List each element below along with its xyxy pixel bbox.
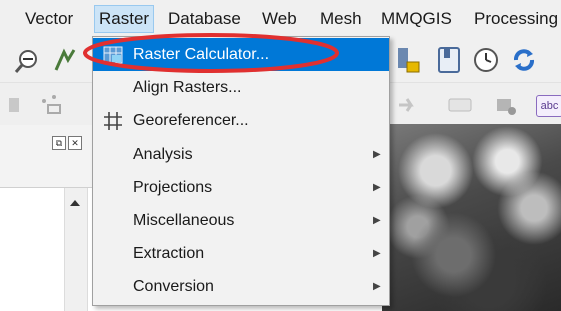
- digitize-icon[interactable]: [38, 93, 66, 117]
- projections-item[interactable]: Projections ▶: [93, 171, 389, 204]
- scroll-up-arrow-icon[interactable]: [69, 194, 81, 212]
- submenu-arrow-icon: ▶: [373, 149, 381, 160]
- menu-processing[interactable]: Processing: [474, 9, 558, 29]
- extraction-label: Extraction: [133, 244, 205, 262]
- georeferencer-icon: [103, 111, 123, 131]
- miscellaneous-item[interactable]: Miscellaneous ▶: [93, 204, 389, 237]
- menu-mesh[interactable]: Mesh: [320, 9, 362, 29]
- georeferencer-label: Georeferencer...: [133, 111, 249, 129]
- zoom-out-icon[interactable]: [14, 48, 40, 74]
- miscellaneous-label: Miscellaneous: [133, 211, 235, 229]
- raster-menu: Raster Calculator... Align Rasters... Ge…: [92, 36, 390, 306]
- analysis-label: Analysis: [133, 145, 193, 163]
- menu-vector[interactable]: Vector: [25, 9, 73, 29]
- menu-database[interactable]: Database: [168, 9, 241, 29]
- dock-buttons: ⧉ ✕: [52, 136, 82, 150]
- new-layer-icon[interactable]: [395, 46, 421, 74]
- layers-scrollbar[interactable]: [64, 188, 88, 311]
- bookmark-icon[interactable]: [437, 46, 461, 74]
- edit-pencil-icon[interactable]: [6, 95, 24, 115]
- dock-header: [0, 125, 100, 188]
- close-dock-button[interactable]: ✕: [68, 136, 82, 150]
- label-pin-icon[interactable]: [494, 93, 518, 117]
- map-canvas[interactable]: [382, 124, 561, 311]
- label-field-icon[interactable]: [448, 97, 472, 113]
- calculator-icon: [103, 45, 123, 65]
- align-rasters-item[interactable]: Align Rasters...: [93, 71, 389, 104]
- submenu-arrow-icon: ▶: [373, 248, 381, 259]
- submenu-arrow-icon: ▶: [373, 215, 381, 226]
- label-tool-icon[interactable]: abc: [536, 95, 561, 117]
- raster-calculator-label: Raster Calculator...: [133, 45, 270, 63]
- raster-calculator-item[interactable]: Raster Calculator...: [93, 38, 389, 71]
- conversion-label: Conversion: [133, 277, 214, 295]
- analysis-item[interactable]: Analysis ▶: [93, 138, 389, 171]
- submenu-arrow-icon: ▶: [373, 281, 381, 292]
- arrow-icon[interactable]: [397, 95, 419, 115]
- menu-mmqgis[interactable]: MMQGIS: [381, 9, 452, 29]
- georeferencer-item[interactable]: Georeferencer...: [93, 104, 389, 137]
- align-rasters-label: Align Rasters...: [133, 78, 242, 96]
- extraction-item[interactable]: Extraction ▶: [93, 237, 389, 270]
- menu-raster[interactable]: Raster: [94, 5, 155, 33]
- refresh-icon[interactable]: [510, 46, 538, 74]
- projections-label: Projections: [133, 178, 213, 196]
- zoom-full-icon[interactable]: [52, 48, 82, 74]
- clock-icon[interactable]: [472, 46, 500, 74]
- conversion-item[interactable]: Conversion ▶: [93, 270, 389, 303]
- submenu-arrow-icon: ▶: [373, 182, 381, 193]
- menu-bar: Vector Raster Database Web Mesh MMQGIS P…: [0, 0, 561, 39]
- float-dock-button[interactable]: ⧉: [52, 136, 66, 150]
- menu-web[interactable]: Web: [262, 9, 297, 29]
